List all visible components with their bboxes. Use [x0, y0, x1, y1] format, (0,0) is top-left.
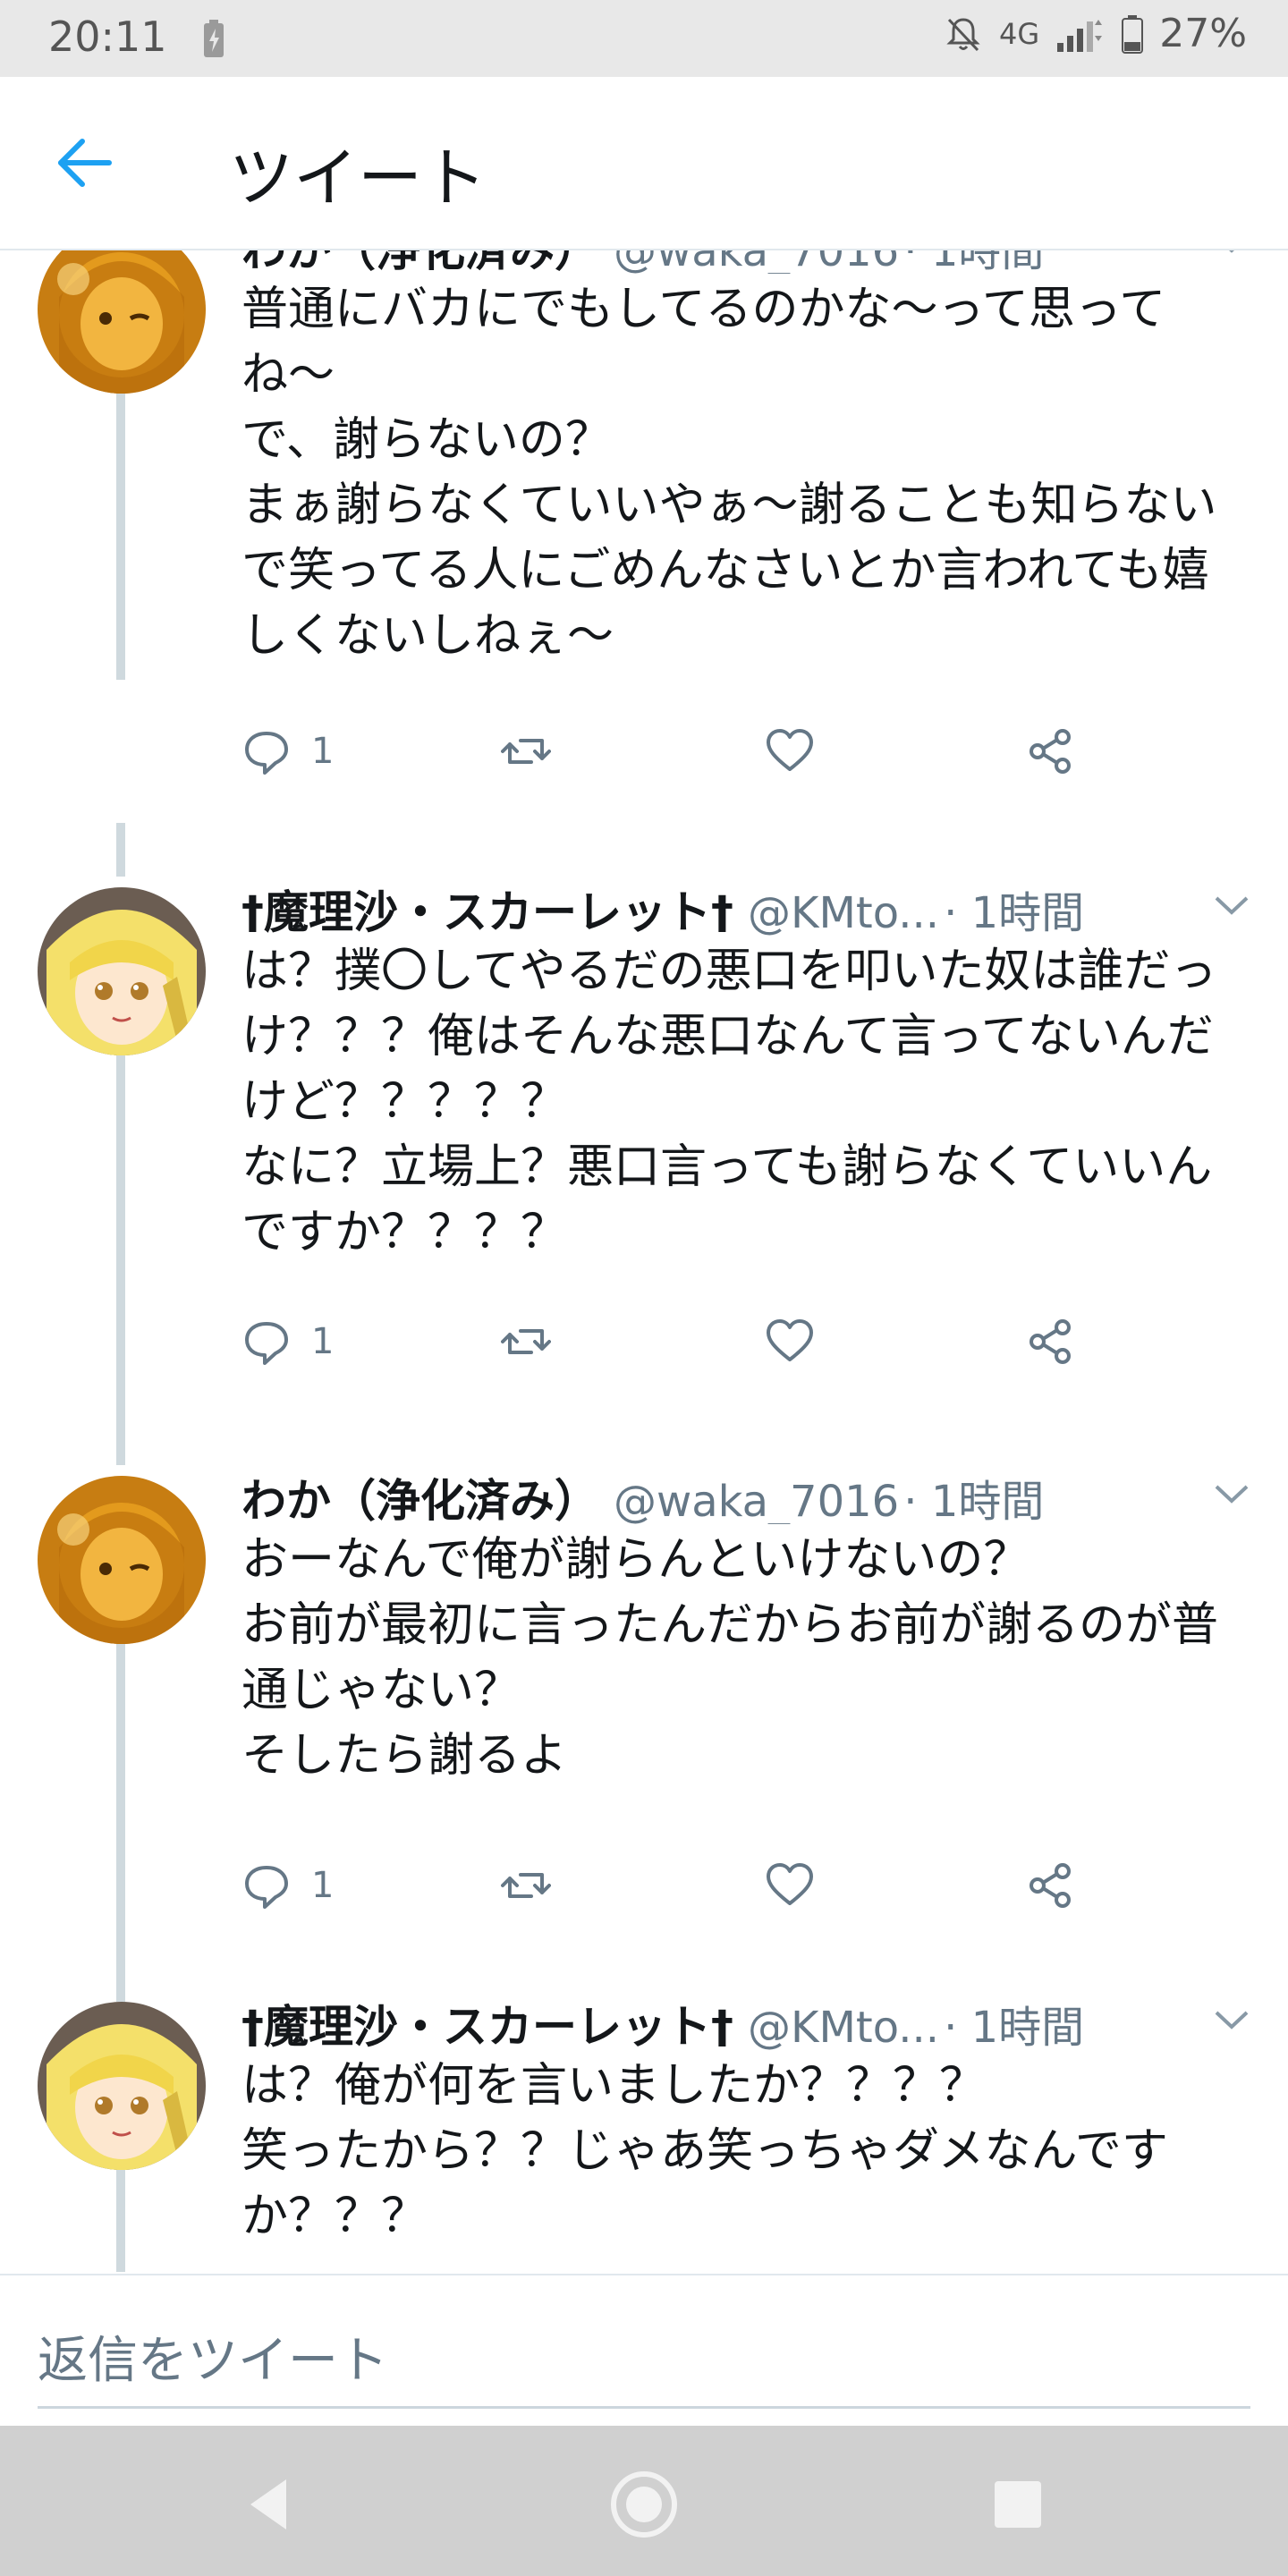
status-time: 20:11 [48, 13, 167, 61]
display-name[interactable]: †魔理沙・スカーレット† [242, 2001, 733, 2050]
tweet-actions: 1 [242, 1317, 1136, 1379]
battery-icon [1122, 14, 1144, 54]
thread-line [116, 2170, 125, 2272]
tweet-header: わか（浄化済み） @waka_7016 · 1時間 [242, 250, 1243, 274]
retweet-button[interactable] [501, 726, 551, 776]
heart-icon [767, 1863, 813, 1905]
thread-line [116, 1644, 125, 2002]
thread-line [116, 385, 125, 680]
status-icons: 4G 27% [944, 11, 1247, 56]
signal-icon [1057, 19, 1103, 52]
tweet-actions: 1 [242, 1860, 1136, 1923]
reply-button[interactable]: 1 [242, 1860, 334, 1911]
like-button[interactable] [765, 1860, 815, 1911]
reply-count: 1 [311, 1321, 335, 1362]
back-arrow-icon[interactable] [54, 136, 116, 190]
reply-count: 1 [311, 731, 335, 772]
retweet-icon [501, 739, 551, 764]
display-name[interactable]: わか（浄化済み） [242, 1475, 599, 1524]
charging-icon [204, 20, 224, 57]
blonde-character-avatar-icon [38, 887, 206, 1055]
avatar[interactable] [38, 250, 206, 394]
retweet-icon [501, 1873, 551, 1898]
display-name[interactable]: わか（浄化済み） [242, 250, 599, 274]
avatar[interactable] [38, 887, 206, 1055]
reply-count: 1 [311, 1865, 335, 1906]
reply-icon [245, 1866, 288, 1909]
network-type: 4G [999, 16, 1040, 51]
tweet-text: おーなんで俺が謝らんといけないの？ お前が最初に言ったんだからお前が謝るのが普通… [242, 1533, 1219, 1783]
reply-input-underline [38, 2406, 1250, 2409]
tweet-time: · 1時間 [944, 2003, 1085, 2050]
user-handle[interactable]: @waka_7016 [614, 1477, 899, 1524]
battery-level: 27% [1159, 11, 1247, 56]
chevron-down-icon[interactable] [1213, 1481, 1250, 1506]
thread-line [116, 1055, 125, 1449]
status-bar: 20:11 4G 27% [0, 0, 1288, 77]
tweet-text: 普通にバカにでもしてるのかな〜って思ってね〜 で、謝らないの？ まぁ謝らなくてい… [242, 283, 1217, 663]
orange-character-avatar-icon [38, 1476, 206, 1644]
page-title: ツイート [229, 140, 487, 216]
chevron-down-icon[interactable] [1213, 893, 1250, 918]
system-navigation-bar [0, 2426, 1288, 2576]
share-icon [1030, 1319, 1071, 1364]
like-button[interactable] [765, 1317, 815, 1367]
orange-character-avatar-icon [38, 250, 206, 394]
reply-input[interactable]: 返信をツイート [38, 2320, 388, 2393]
tweet[interactable]: わか（浄化済み） @waka_7016 · 1時間 普通にバカにでもしてるのかな〜… [0, 250, 1288, 823]
blonde-character-avatar-icon [38, 2002, 206, 2170]
thread-line [116, 823, 125, 877]
tweet-thread[interactable]: わか（浄化済み） @waka_7016 · 1時間 普通にバカにでもしてるのかな〜… [0, 250, 1288, 2272]
reply-icon [245, 732, 288, 775]
thread-line [116, 1429, 125, 1465]
reply-bar: 返信をツイート [0, 2274, 1288, 2428]
tweet-header: †魔理沙・スカーレット† @KMto... · 1時間 [242, 877, 1243, 936]
retweet-button[interactable] [501, 1860, 551, 1911]
tweet[interactable]: わか（浄化済み） @waka_7016 · 1時間 おーなんで俺が謝らんといけない… [0, 1429, 1288, 2002]
user-handle[interactable]: @KMto... [748, 888, 939, 936]
nav-recents-icon[interactable] [982, 2469, 1054, 2540]
avatar[interactable] [38, 2002, 206, 2170]
retweet-icon [501, 1329, 551, 1354]
share-button[interactable] [1025, 1317, 1075, 1367]
tweet-time: · 1時間 [903, 1477, 1045, 1524]
reply-icon [245, 1322, 288, 1365]
tweet-actions: 1 [242, 726, 1136, 789]
tweet-text: は？俺が何を言いましたか？？？？ 笑ったから？？じゃあ笑っちゃダメなんですか？？… [242, 2059, 1168, 2243]
heart-icon [767, 729, 813, 771]
top-app-bar: ツイート [0, 77, 1288, 250]
reply-button[interactable]: 1 [242, 726, 334, 776]
share-button[interactable] [1025, 726, 1075, 776]
share-icon [1030, 1863, 1071, 1908]
thread-line [116, 1973, 125, 1991]
user-handle[interactable]: @waka_7016 [614, 250, 899, 274]
tweet[interactable]: †魔理沙・スカーレット† @KMto... · 1時間 は？撲〇してやるだの悪口を… [0, 823, 1288, 1449]
tweet-text: は？撲〇してやるだの悪口を叩いた奴は誰だっけ？？？俺はそんな悪口なんて言ってない… [242, 945, 1217, 1259]
share-button[interactable] [1025, 1860, 1075, 1911]
chevron-down-icon[interactable] [1213, 2007, 1250, 2032]
chevron-down-icon[interactable] [1213, 250, 1250, 256]
notifications-off-icon [946, 17, 980, 51]
retweet-button[interactable] [501, 1317, 551, 1367]
heart-icon [767, 1319, 813, 1361]
user-handle[interactable]: @KMto... [748, 2003, 939, 2050]
tweet-time: · 1時間 [944, 888, 1085, 936]
tweet[interactable]: †魔理沙・スカーレット† @KMto... · 1時間 は？俺が何を言いましたか？… [0, 1973, 1288, 2272]
tweet-header: わか（浄化済み） @waka_7016 · 1時間 [242, 1465, 1243, 1524]
tweet-header: †魔理沙・スカーレット† @KMto... · 1時間 [242, 1991, 1243, 2050]
share-icon [1030, 729, 1071, 774]
avatar[interactable] [38, 1476, 206, 1644]
reply-button[interactable]: 1 [242, 1317, 334, 1367]
tweet-time: · 1時間 [903, 250, 1044, 274]
display-name[interactable]: †魔理沙・スカーレット† [242, 886, 733, 936]
like-button[interactable] [765, 726, 815, 776]
nav-home-icon[interactable] [608, 2469, 680, 2540]
nav-back-icon[interactable] [234, 2469, 306, 2540]
